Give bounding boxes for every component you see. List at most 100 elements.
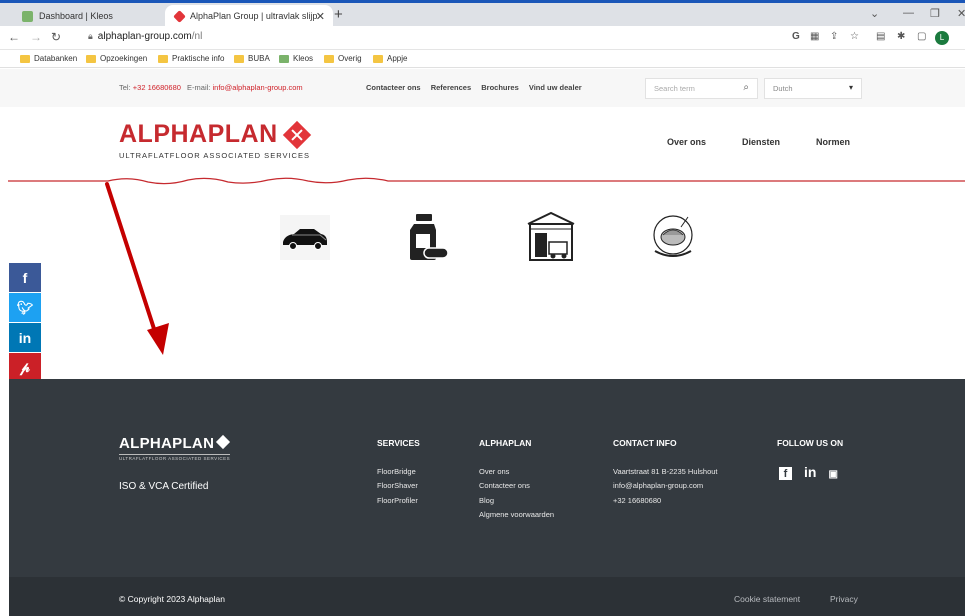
restore-icon[interactable]: ❐ — [930, 7, 940, 20]
close-window-icon[interactable]: ✕ — [957, 7, 965, 20]
bookmark-item[interactable]: BUBA — [234, 54, 270, 63]
extension-icon[interactable]: ▤ — [876, 31, 885, 42]
privacy-link[interactable]: Privacy — [830, 594, 858, 604]
nav-over-ons[interactable]: Over ons — [667, 137, 706, 147]
footer-follow: FOLLOW US ON — [777, 438, 843, 465]
footer-phone-link[interactable]: +32 16680680 — [613, 494, 718, 508]
logo-word: ALPHAPLAN — [119, 120, 278, 148]
google-icon[interactable]: G — [792, 31, 800, 42]
close-tab-icon[interactable]: ✕ — [316, 10, 325, 23]
translate-icon[interactable]: ▦ — [810, 31, 819, 42]
logo-subtitle: ULTRAFLATFLOOR ASSOCIATED SERVICES — [119, 151, 310, 160]
site-logo[interactable]: ALPHAPLAN ULTRAFLATFLOOR ASSOCIATED SERV… — [119, 120, 312, 160]
facebook-icon[interactable]: f — [779, 467, 792, 480]
folder-icon — [86, 54, 96, 63]
footer-logo[interactable]: ALPHAPLAN ULTRAFLATFLOOR ASSOCIATED SERV… — [119, 434, 231, 461]
folder-icon — [373, 54, 383, 63]
bookmark-label: Appje — [387, 54, 408, 63]
footer-link[interactable]: FloorShaver — [377, 479, 420, 493]
footer-contact: CONTACT INFO Vaartstraat 81 B-2235 Hulsh… — [613, 438, 718, 508]
browser-tabbar: Dashboard | Kleos ✕ AlphaPlan Group | ul… — [0, 0, 965, 27]
footer-heading: ALPHAPLAN — [479, 438, 532, 448]
footer-link[interactable]: Over ons — [479, 465, 554, 479]
kleos-favicon-icon — [279, 54, 289, 63]
search-icon[interactable]: ⌕ — [743, 82, 749, 93]
footer-heading: CONTACT INFO — [613, 438, 677, 448]
profile-avatar[interactable]: L — [935, 31, 949, 45]
search-input[interactable]: Search term ⌕ — [645, 78, 758, 99]
forward-icon[interactable]: → — [30, 30, 42, 44]
puzzle-icon[interactable]: ✱ — [897, 31, 905, 42]
footer-link[interactable]: Contacteer ons — [479, 479, 554, 493]
share-twitter-button[interactable]: 🐦︎ — [9, 293, 41, 322]
sidepanel-icon[interactable]: ▢ — [917, 31, 926, 42]
footer-heading: SERVICES — [377, 438, 420, 448]
pinterest-icon: 𝓅 — [20, 359, 30, 375]
link-references[interactable]: References — [431, 83, 471, 92]
logo-plan: PLAN — [207, 120, 278, 148]
share-pinterest-button[interactable]: 𝓅 — [9, 353, 41, 382]
minimize-icon[interactable]: — — [903, 7, 914, 19]
logo-diamond-icon — [282, 120, 312, 150]
footer-link[interactable]: FloorProfiler — [377, 494, 420, 508]
certification-text: ISO & VCA Certified — [119, 481, 209, 492]
folder-icon — [158, 54, 168, 63]
url-path: /nl — [191, 31, 203, 42]
bookmark-item[interactable]: Databanken — [20, 54, 77, 63]
folder-icon — [324, 54, 334, 63]
email-label: E-mail: — [187, 83, 211, 92]
facebook-icon: f — [22, 269, 28, 286]
lock-icon: 🔒︎ — [88, 31, 93, 41]
share-linkedin-button[interactable]: in — [9, 323, 41, 352]
chevron-down-icon[interactable]: ⌄ — [870, 7, 879, 20]
bookmark-label: Overig — [338, 54, 362, 63]
bookmark-label: Opzoekingen — [100, 54, 148, 63]
kleos-favicon-icon — [22, 10, 33, 22]
footer-bottom-bar: © Copyright 2023 Alphaplan Cookie statem… — [9, 577, 965, 616]
linkedin-icon[interactable]: in — [804, 464, 816, 480]
bookmark-item[interactable]: Appje — [373, 54, 407, 63]
nav-diensten[interactable]: Diensten — [742, 137, 780, 147]
bookmark-item[interactable]: Overig — [324, 54, 362, 63]
food-plate-icon — [653, 215, 693, 257]
share-facebook-button[interactable]: f — [9, 263, 41, 292]
bookmark-item[interactable]: Kleos — [279, 54, 313, 63]
bookmark-item[interactable]: Praktische info — [158, 54, 224, 63]
bookmark-label: BUBA — [248, 54, 270, 63]
chemical-bottle-icon — [410, 214, 449, 260]
alphaplan-favicon-icon — [173, 9, 186, 23]
cookie-statement-link[interactable]: Cookie statement — [734, 594, 800, 604]
caret-down-icon: ▾ — [848, 83, 853, 92]
url-field[interactable]: 🔒︎ alphaplan-group.com/nl — [88, 31, 202, 42]
reload-icon[interactable]: ↻ — [51, 30, 61, 44]
nav-normen[interactable]: Normen — [816, 137, 850, 147]
new-tab-icon[interactable]: + — [334, 6, 343, 23]
contact-line: Tel: +32 16680680 E-mail: info@alphaplan… — [119, 83, 303, 92]
annotation-arrow-icon — [105, 182, 169, 355]
footer-alphaplan: ALPHAPLAN Over ons Contacteer ons Blog A… — [479, 438, 554, 522]
url-host: alphaplan-group.com — [97, 31, 192, 42]
bookmark-item[interactable]: Opzoekingen — [86, 54, 147, 63]
share-icon[interactable]: ⇪ — [830, 31, 838, 42]
tab-title: AlphaPlan Group | ultravlak slijp — [190, 11, 318, 21]
youtube-icon[interactable]: ▣ — [828, 469, 837, 480]
email-link[interactable]: info@alphaplan-group.com — [212, 83, 302, 92]
footer-social-icons: f in ▣ — [779, 464, 850, 480]
bookmark-label: Praktische info — [172, 54, 225, 63]
footer-link[interactable]: Blog — [479, 494, 554, 508]
copyright-text: © Copyright 2023 Alphaplan — [119, 594, 225, 604]
folder-icon — [234, 54, 244, 63]
star-icon[interactable]: ☆ — [850, 31, 859, 42]
link-brochures[interactable]: Brochures — [481, 83, 519, 92]
tel-link[interactable]: +32 16680680 — [133, 83, 181, 92]
footer-link[interactable]: Algmene voorwaarden — [479, 508, 554, 522]
link-contacteer-ons[interactable]: Contacteer ons — [366, 83, 421, 92]
footer-logo-text: ALPHAPLAN — [119, 435, 215, 452]
footer-heading: FOLLOW US ON — [777, 438, 844, 448]
tab-alphaplan[interactable]: AlphaPlan Group | ultravlak slijp ✕ — [165, 5, 333, 27]
footer-link[interactable]: FloorBridge — [377, 465, 420, 479]
footer-email-link[interactable]: info@alphaplan-group.com — [613, 479, 718, 493]
language-select[interactable]: Dutch ▾ — [764, 78, 862, 99]
back-icon[interactable]: ← — [8, 30, 20, 44]
link-vind-uw-dealer[interactable]: Vind uw dealer — [529, 83, 582, 92]
